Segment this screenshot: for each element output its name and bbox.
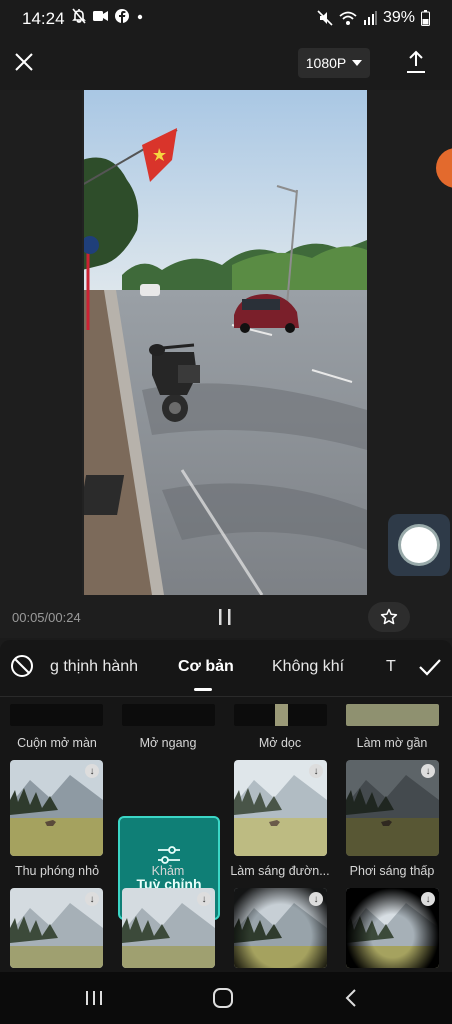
street-scene-image [82,90,367,595]
record-icon [401,527,437,563]
effect-thumb[interactable]: ↓ [122,888,215,968]
favorite-button[interactable] [368,602,410,632]
effects-grid: Cuộn mở màn Mở ngang Mở dọc Làm mờ gần ↓… [0,700,452,972]
effect-thumb[interactable] [346,704,439,726]
tab-atmosphere[interactable]: Không khí [272,658,344,676]
effect-label: Khảm [151,864,185,878]
system-nav-bar [0,972,452,1024]
status-left-icons [72,8,145,24]
home-icon[interactable] [211,986,235,1010]
facebook-icon [115,9,129,23]
download-icon: ↓ [197,892,211,906]
status-time: 14:24 [22,9,65,28]
no-effect-icon[interactable] [10,654,34,678]
dot-icon [137,14,143,20]
effect-label: Phơi sáng thấp [349,864,435,878]
wifi-icon [339,11,357,25]
category-tab-strip: g thịnh hành Cơ bản Không khí Tì [44,640,396,696]
pause-icon[interactable] [214,606,236,628]
download-icon: ↓ [309,892,323,906]
mute-icon [72,8,86,24]
resolution-label: 1080P [305,55,347,71]
effect-label: Cuộn mở màn [17,736,97,750]
checkmark-icon[interactable] [417,654,443,680]
battery-icon [421,10,430,26]
download-icon: ↓ [85,892,99,906]
status-bar: 14:24 39% [0,0,452,36]
download-icon: ↓ [85,764,99,778]
effect-thumb[interactable]: ↓ [10,760,103,856]
keyframe-handle[interactable] [436,148,452,188]
editor-toolbar: 1080P [0,36,452,90]
export-icon[interactable] [402,48,430,76]
effect-thumb[interactable]: ↓ [10,888,103,968]
record-button[interactable] [388,514,450,576]
playback-time: 00:05/00:24 [12,610,81,625]
back-icon[interactable] [340,986,364,1010]
caret-down-icon [352,60,363,66]
download-icon: ↓ [309,764,323,778]
video-icon [93,11,108,21]
effect-thumb[interactable] [10,704,103,726]
sliders-icon [158,846,180,864]
category-tabs: g thịnh hành Cơ bản Không khí Tì [0,640,452,697]
recent-apps-icon[interactable] [82,986,106,1010]
effect-thumb[interactable]: ↓ [234,760,327,856]
download-icon: ↓ [421,892,435,906]
video-preview[interactable] [82,90,367,595]
preview-canvas [0,90,452,598]
effect-thumb[interactable]: ↓ [234,888,327,968]
download-icon: ↓ [421,764,435,778]
close-icon[interactable] [10,48,38,76]
battery-percent: 39% [382,9,415,26]
tab-next[interactable]: Tì [386,658,396,676]
signal-icon [363,11,377,25]
resolution-dropdown[interactable]: 1080P [298,48,370,78]
tab-basic[interactable]: Cơ bản [178,658,234,676]
effect-thumb[interactable] [122,704,215,726]
star-icon [380,608,398,625]
effect-label: Thu phóng nhỏ [14,864,100,878]
effect-thumb[interactable]: ↓ [346,760,439,856]
effect-label: Làm mờ gần [356,736,428,750]
effect-thumb[interactable] [234,704,327,726]
effects-panel: g thịnh hành Cơ bản Không khí Tì Cuộn mở… [0,640,452,972]
status-right: 39% [317,9,430,27]
tab-trending[interactable]: g thịnh hành [50,658,138,676]
playback-bar: 00:05/00:24 [0,598,452,638]
active-tab-indicator [194,688,212,691]
mute-icon [317,10,333,26]
effect-thumb[interactable]: ↓ [346,888,439,968]
effect-label: Mở ngang [139,736,197,750]
effect-label: Mở dọc [258,736,302,750]
effect-label: Làm sáng đườn... [230,864,330,878]
